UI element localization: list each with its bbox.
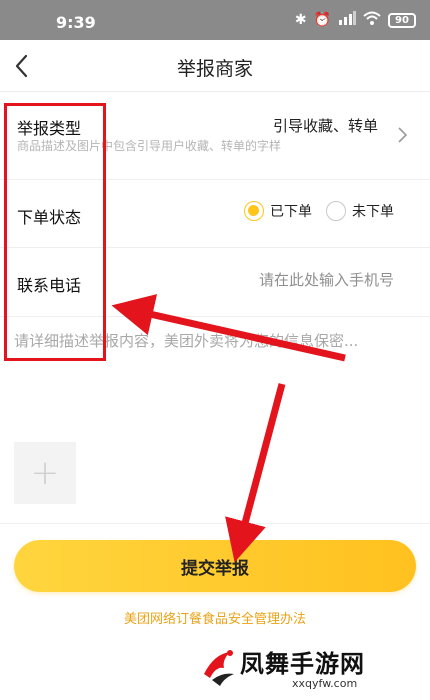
radio-ordered[interactable]: 已下单 <box>244 201 312 221</box>
plus-icon: + <box>30 453 60 493</box>
report-type-row[interactable]: 举报类型 引导收藏、转单 商品描述及图片中包含引导用户收藏、转单的字样 <box>0 93 430 180</box>
contact-label: 联系电话 <box>17 276 82 295</box>
page-title: 举报商家 <box>176 58 253 80</box>
radio-not-ordered[interactable]: 未下单 <box>326 201 394 221</box>
policy-link[interactable]: 美团网络订餐食品安全管理办法 <box>0 608 430 627</box>
wifi-icon <box>363 11 381 29</box>
order-status-radio-group: 已下单 未下单 <box>244 201 394 221</box>
phone-input[interactable] <box>194 271 394 289</box>
nav-bar: 举报商家 <box>0 40 430 92</box>
order-status-row: 下单状态 已下单 未下单 <box>0 181 430 248</box>
description-textarea[interactable] <box>14 330 414 430</box>
alarm-icon: ⏰ <box>313 12 331 28</box>
chevron-right-icon <box>398 127 408 143</box>
phoenix-logo-icon <box>204 650 234 686</box>
order-status-label: 下单状态 <box>17 208 82 227</box>
watermark-url: xxqyfw.com <box>292 677 358 690</box>
bluetooth-icon: ✱ <box>294 12 307 28</box>
watermark: 凤舞手游网 xxqyfw.com <box>200 644 425 696</box>
status-icons: ✱ ⏰ 90 <box>295 11 416 29</box>
battery-icon: 90 <box>388 12 416 28</box>
status-bar: 9:39 ✱ ⏰ 90 <box>0 0 430 40</box>
signal-icon <box>338 11 356 29</box>
add-photo-button[interactable]: + <box>14 442 76 504</box>
radio-not-ordered-label: 未下单 <box>352 204 394 220</box>
description-section: + <box>0 318 430 524</box>
report-type-label: 举报类型 <box>17 119 82 138</box>
status-time: 9:39 <box>56 13 96 32</box>
watermark-text: 凤舞手游网 <box>240 650 365 678</box>
radio-checked-icon <box>244 201 264 221</box>
radio-unchecked-icon <box>326 201 346 221</box>
report-type-hint: 商品描述及图片中包含引导用户收藏、转单的字样 <box>17 139 282 153</box>
radio-ordered-label: 已下单 <box>270 204 312 220</box>
contact-row: 联系电话 <box>0 249 430 317</box>
submit-button[interactable]: 提交举报 <box>14 540 416 592</box>
report-type-value: 引导收藏、转单 <box>272 117 378 135</box>
